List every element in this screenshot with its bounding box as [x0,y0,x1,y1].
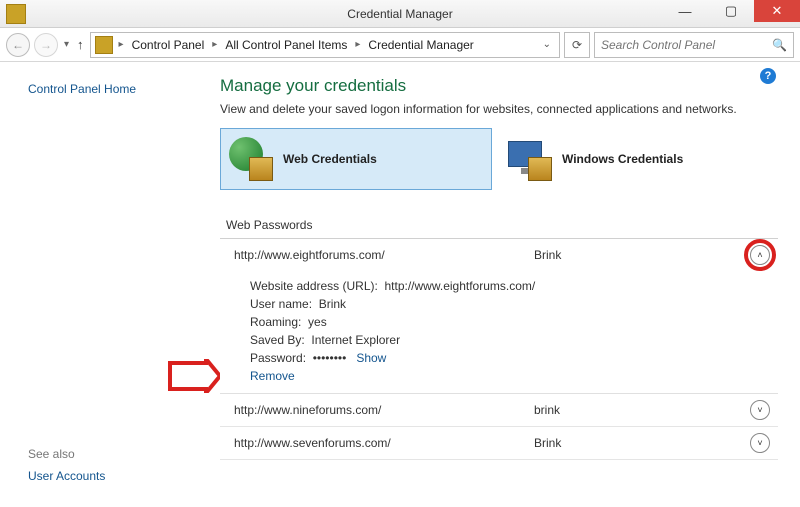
detail-user-value: Brink [319,297,346,311]
chevron-right-icon: ▸ [115,39,128,50]
close-button[interactable]: ✕ [754,0,800,22]
window-title: Credential Manager [347,7,452,21]
breadcrumb-item[interactable]: All Control Panel Items [223,38,349,52]
breadcrumb-item[interactable]: Credential Manager [366,38,475,52]
up-button[interactable]: ↑ [75,37,86,52]
credential-url: http://www.nineforums.com/ [234,403,534,417]
credential-user: Brink [534,248,750,262]
app-icon [6,4,26,24]
credential-row[interactable]: http://www.eightforums.com/ Brink ˄ [220,239,778,271]
web-credentials-label: Web Credentials [283,152,377,166]
help-icon[interactable]: ? [760,68,776,84]
history-dropdown[interactable]: ▾ [62,39,71,50]
windows-credentials-label: Windows Credentials [562,152,683,166]
detail-savedby-value: Internet Explorer [311,333,400,347]
control-panel-home-link[interactable]: Control Panel Home [28,82,190,96]
back-button[interactable]: ← [6,33,30,57]
search-input[interactable] [601,38,761,52]
credential-url: http://www.sevenforums.com/ [234,436,534,450]
detail-roaming-label: Roaming: [250,315,301,329]
minimize-button[interactable]: — [662,0,708,22]
detail-roaming-value: yes [308,315,327,329]
detail-url-value: http://www.eightforums.com/ [385,279,536,293]
maximize-button[interactable]: ▢ [708,0,754,22]
page-title: Manage your credentials [220,76,778,96]
search-box[interactable]: 🔍 [594,32,794,58]
remove-credential-link[interactable]: Remove [250,369,295,383]
breadcrumb-item[interactable]: Control Panel [130,38,207,52]
detail-password-mask: •••••••• [313,351,347,365]
expand-toggle[interactable]: ˅ [750,400,770,420]
windows-credentials-icon [508,137,552,181]
detail-user-label: User name: [250,297,312,311]
web-credentials-icon [229,137,273,181]
web-passwords-header: Web Passwords [220,214,778,239]
detail-password-label: Password: [250,351,306,365]
see-also-label: See also [28,447,190,461]
detail-url-label: Website address (URL): [250,279,378,293]
breadcrumb[interactable]: ▸ Control Panel ▸ All Control Panel Item… [90,32,560,58]
breadcrumb-dropdown[interactable]: ⌄ [543,39,555,50]
chevron-right-icon: ▸ [351,39,364,50]
show-password-link[interactable]: Show [356,351,386,365]
credential-details: Website address (URL): http://www.eightf… [220,271,778,394]
refresh-button[interactable]: ⟳ [564,32,590,58]
page-subtitle: View and delete your saved logon informa… [220,102,778,116]
annotation-arrow-icon [168,359,220,396]
windows-credentials-tile[interactable]: Windows Credentials [500,128,772,190]
control-panel-icon [95,36,113,54]
expand-toggle[interactable]: ˅ [750,433,770,453]
detail-savedby-label: Saved By: [250,333,305,347]
web-credentials-tile[interactable]: Web Credentials [220,128,492,190]
credential-url: http://www.eightforums.com/ [234,248,534,262]
credential-user: Brink [534,436,750,450]
forward-button[interactable]: → [34,33,58,57]
credential-row[interactable]: http://www.nineforums.com/ brink ˅ [220,394,778,427]
user-accounts-link[interactable]: User Accounts [28,469,190,483]
search-icon: 🔍 [772,38,787,52]
collapse-toggle[interactable]: ˄ [750,245,770,265]
credential-row[interactable]: http://www.sevenforums.com/ Brink ˅ [220,427,778,460]
credential-user: brink [534,403,750,417]
chevron-right-icon: ▸ [208,39,221,50]
